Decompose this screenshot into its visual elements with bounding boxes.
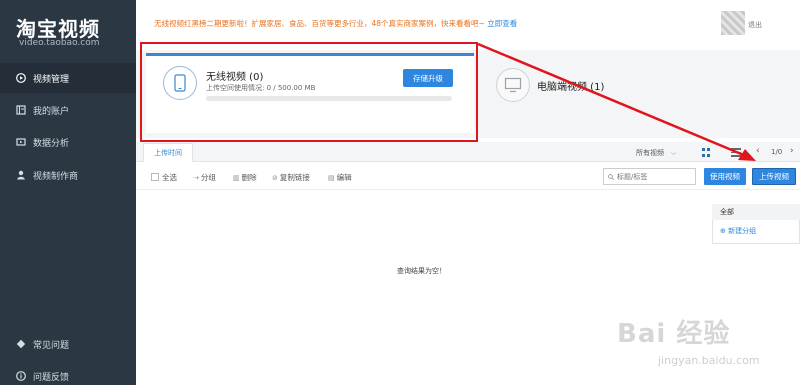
group-icon: ⇢ (193, 174, 199, 182)
monitor-icon (496, 68, 530, 102)
tab-strip (136, 142, 800, 162)
sidebar-item-my-account[interactable]: 我的账户 (0, 95, 136, 125)
info-circle-icon (16, 371, 26, 381)
logout-link[interactable]: 退出 (748, 20, 762, 30)
logo-subtitle: video.taobao.com (19, 38, 100, 48)
select-all-checkbox[interactable] (151, 173, 159, 181)
mobile-phone-icon (163, 66, 197, 100)
sidebar-item-video-management[interactable]: 视频管理 (0, 63, 136, 93)
sidebar-item-label: 我的账户 (33, 106, 70, 117)
search-icon (608, 173, 614, 180)
sidebar (0, 0, 136, 385)
search-box[interactable] (603, 168, 696, 185)
tab-upload-time[interactable]: 上传时间 (143, 143, 193, 162)
link-icon: ⊘ (272, 174, 278, 182)
sidebar-item-label: 常见问题 (33, 340, 70, 351)
edit-action[interactable]: ▤ 编辑 (328, 172, 352, 183)
group-all[interactable]: 全部 (712, 204, 800, 220)
announcement-text: 无线视频红黑榜二期更新啦！扩展家居、食品、百货等更多行业，48个真实商家案例，快… (154, 19, 488, 28)
upload-video-button[interactable]: 上传视频 (752, 168, 796, 185)
storage-upgrade-button[interactable]: 存储升级 (403, 69, 453, 87)
analytics-icon (16, 137, 26, 147)
use-video-button[interactable]: 使用视频 (704, 168, 746, 185)
wireless-video-card (146, 53, 474, 133)
sidebar-item-video-producer[interactable]: 视频制作商 (0, 160, 136, 190)
sidebar-item-label: 视频管理 (33, 74, 70, 85)
delete-action[interactable]: ▥ 删除 (233, 172, 257, 183)
grid-view-icon[interactable] (702, 148, 712, 158)
new-group-link[interactable]: ⊕ 新建分组 (720, 226, 756, 236)
video-play-icon (16, 73, 26, 83)
search-input[interactable] (617, 172, 695, 181)
sidebar-item-data-analysis[interactable]: 数据分析 (0, 127, 136, 157)
list-view-icon[interactable] (731, 148, 741, 157)
chevron-down-icon: ⌵ (671, 149, 677, 157)
person-icon (16, 170, 26, 180)
baidu-watermark-logo: Bai 经验 (617, 319, 731, 349)
account-book-icon (16, 105, 26, 115)
video-filter-select[interactable]: 所有视频 ⌵ (636, 148, 676, 158)
select-all-label[interactable]: 全选 (162, 172, 177, 183)
sidebar-item-label: 视频制作商 (33, 171, 79, 182)
empty-result-message: 查询结果为空！ (397, 267, 446, 275)
sidebar-item-feedback[interactable]: 问题反馈 (0, 361, 136, 385)
video-filter-value: 所有视频 (636, 149, 664, 157)
trash-icon: ▥ (233, 174, 240, 182)
sidebar-item-faq[interactable]: 常见问题 (0, 329, 136, 359)
diamond-icon (16, 339, 26, 349)
storage-usage-bar (206, 96, 452, 101)
pager-next-button[interactable]: › (790, 146, 794, 156)
sidebar-item-label: 数据分析 (33, 138, 70, 149)
copy-link-action[interactable]: ⊘ 复制链接 (272, 172, 310, 183)
baidu-watermark-url: jingyan.baidu.com (658, 354, 760, 367)
copy-link-action-label: 复制链接 (279, 173, 310, 182)
group-action[interactable]: ⇢ 分组 (193, 172, 216, 183)
announcement-link[interactable]: 立即查看 (487, 19, 517, 28)
storage-usage-text: 上传空间使用情况: 0 / 500.00 MB (206, 84, 316, 92)
pc-video-title[interactable]: 电脑端视频 (1) (537, 78, 604, 93)
pager-prev-button[interactable]: ‹ (756, 146, 760, 156)
pager-text: 1/0 (771, 148, 783, 156)
sidebar-item-label: 问题反馈 (33, 372, 70, 383)
wireless-video-title: 无线视频 (0) (206, 72, 264, 83)
delete-action-label: 删除 (241, 173, 257, 182)
group-action-label: 分组 (200, 173, 216, 182)
announcement-banner: 无线视频红黑榜二期更新啦！扩展家居、食品、百货等更多行业，48个真实商家案例，快… (154, 18, 517, 29)
avatar[interactable] (721, 11, 745, 35)
edit-action-label: 编辑 (336, 173, 352, 182)
edit-icon: ▤ (328, 174, 335, 182)
